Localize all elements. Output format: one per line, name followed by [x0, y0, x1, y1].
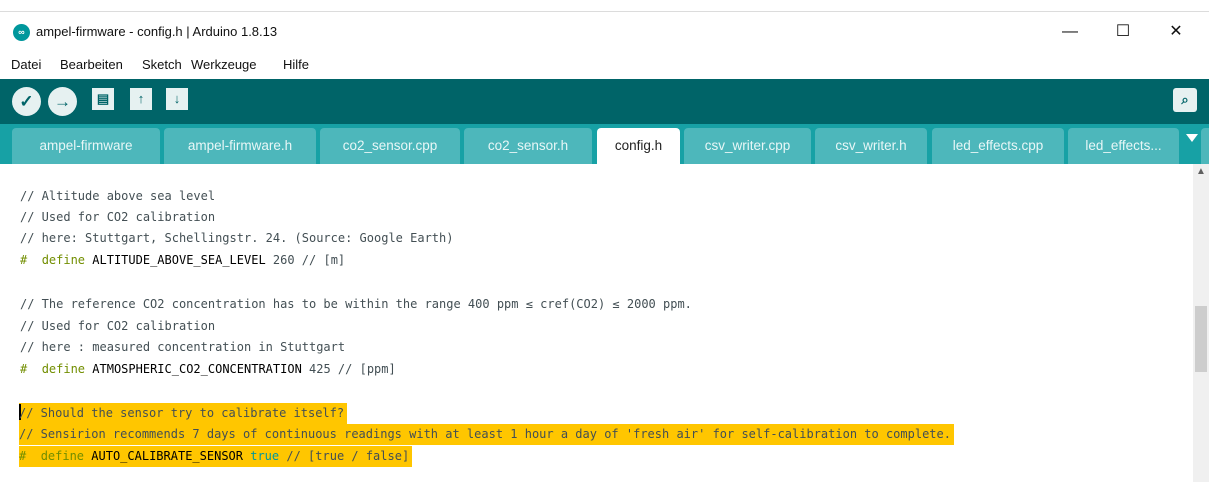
- top-strip: [0, 0, 1209, 12]
- serial-monitor-button[interactable]: ⌕: [1173, 88, 1197, 112]
- minimize-button[interactable]: —: [1050, 18, 1090, 46]
- define-keyword: define: [41, 362, 86, 376]
- code-line-text: // Should the sensor try to calibrate it…: [19, 406, 345, 420]
- code-editor[interactable]: // Altitude above sea level // Used for …: [0, 164, 1193, 482]
- macro-name: ATMOSPHERIC_CO2_CONCENTRATION: [92, 362, 302, 376]
- tab-csv-writer-cpp[interactable]: csv_writer.cpp: [684, 128, 811, 164]
- code-line: // The reference CO2 concentration has t…: [20, 297, 692, 311]
- tab-config-h[interactable]: config.h: [597, 128, 680, 164]
- close-button[interactable]: ✕: [1156, 18, 1196, 46]
- macro-rest: 425 // [ppm]: [301, 362, 396, 376]
- arduino-app-icon: ∞: [13, 24, 30, 41]
- code-line: // here : measured concentration in Stut…: [20, 340, 346, 354]
- menu-hilfe[interactable]: Hilfe: [283, 57, 309, 72]
- menu-werkzeuge[interactable]: Werkzeuge: [191, 57, 257, 72]
- code-line: // Used for CO2 calibration: [20, 210, 216, 224]
- verify-button[interactable]: ✓: [12, 87, 41, 116]
- toolbar: ✓ → ▤ ↑ ↓ ⌕: [0, 79, 1209, 124]
- code-line: # define ATMOSPHERIC_CO2_CONCENTRATION 4…: [20, 359, 396, 380]
- macro-rest: 260 // [m]: [265, 253, 346, 267]
- arrow-down-icon: ↓: [173, 91, 181, 106]
- tab-led-effects-cpp[interactable]: led_effects.cpp: [932, 128, 1064, 164]
- code-line: // here: Stuttgart, Schellingstr. 24. (S…: [20, 231, 454, 245]
- tab-ampel-firmware-h[interactable]: ampel-firmware.h: [164, 128, 316, 164]
- menu-sketch[interactable]: Sketch: [142, 57, 182, 72]
- tab-co2-sensor-h[interactable]: co2_sensor.h: [464, 128, 592, 164]
- tab-csv-writer-h[interactable]: csv_writer.h: [815, 128, 927, 164]
- vertical-scrollbar[interactable]: ▲: [1193, 164, 1209, 482]
- tab-led-effects-h[interactable]: led_effects...: [1068, 128, 1179, 164]
- tab-ampel-firmware[interactable]: ampel-firmware: [12, 128, 160, 164]
- preprocessor-hash: #: [20, 253, 28, 267]
- macro-name: AUTO_CALIBRATE_SENSOR: [91, 449, 243, 463]
- code-line-selected: # define AUTO_CALIBRATE_SENSOR true // […: [19, 446, 413, 467]
- menu-bar: Datei Bearbeiten Sketch Werkzeuge Hilfe: [0, 52, 1209, 78]
- scrollbar-thumb[interactable]: [1195, 306, 1207, 372]
- upload-button[interactable]: →: [48, 87, 77, 116]
- code-line: # define ALTITUDE_ABOVE_SEA_LEVEL 260 //…: [20, 250, 345, 271]
- code-line: // Used for CO2 calibration: [20, 319, 216, 333]
- menu-datei[interactable]: Datei: [11, 57, 41, 72]
- check-icon: ✓: [19, 92, 34, 111]
- scroll-up-icon[interactable]: ▲: [1193, 164, 1209, 180]
- tab-bar: ampel-firmware ampel-firmware.h co2_sens…: [0, 124, 1209, 164]
- macro-rest: // [true / false]: [279, 449, 410, 463]
- boolean-literal: true: [250, 449, 280, 463]
- code-line-selected: // Should the sensor try to calibrate it…: [19, 403, 348, 424]
- magnifier-icon: ⌕: [1181, 92, 1189, 107]
- arrow-up-icon: ↑: [137, 91, 145, 106]
- arrow-right-icon: →: [54, 92, 71, 111]
- open-sketch-button[interactable]: ↑: [130, 88, 152, 110]
- save-sketch-button[interactable]: ↓: [166, 88, 188, 110]
- window-title: ampel-firmware - config.h | Arduino 1.8.…: [36, 24, 278, 39]
- preprocessor-hash: #: [20, 362, 28, 376]
- tab-overflow[interactable]: [1201, 128, 1209, 164]
- new-sketch-button[interactable]: ▤: [92, 88, 114, 110]
- menu-bearbeiten[interactable]: Bearbeiten: [60, 57, 123, 72]
- macro-name: ALTITUDE_ABOVE_SEA_LEVEL: [92, 253, 266, 267]
- code-line-selected: // Sensirion recommends 7 days of contin…: [19, 424, 954, 445]
- new-file-icon: ▤: [96, 91, 110, 106]
- define-keyword: define: [40, 449, 85, 463]
- preprocessor-hash: #: [19, 449, 27, 463]
- maximize-button[interactable]: ☐: [1103, 18, 1143, 46]
- code-line: // Altitude above sea level: [20, 189, 216, 203]
- tab-co2-sensor-cpp[interactable]: co2_sensor.cpp: [320, 128, 460, 164]
- title-bar: ∞ ampel-firmware - config.h | Arduino 1.…: [0, 12, 1209, 52]
- define-keyword: define: [41, 253, 86, 267]
- tab-menu-icon[interactable]: [1186, 134, 1198, 142]
